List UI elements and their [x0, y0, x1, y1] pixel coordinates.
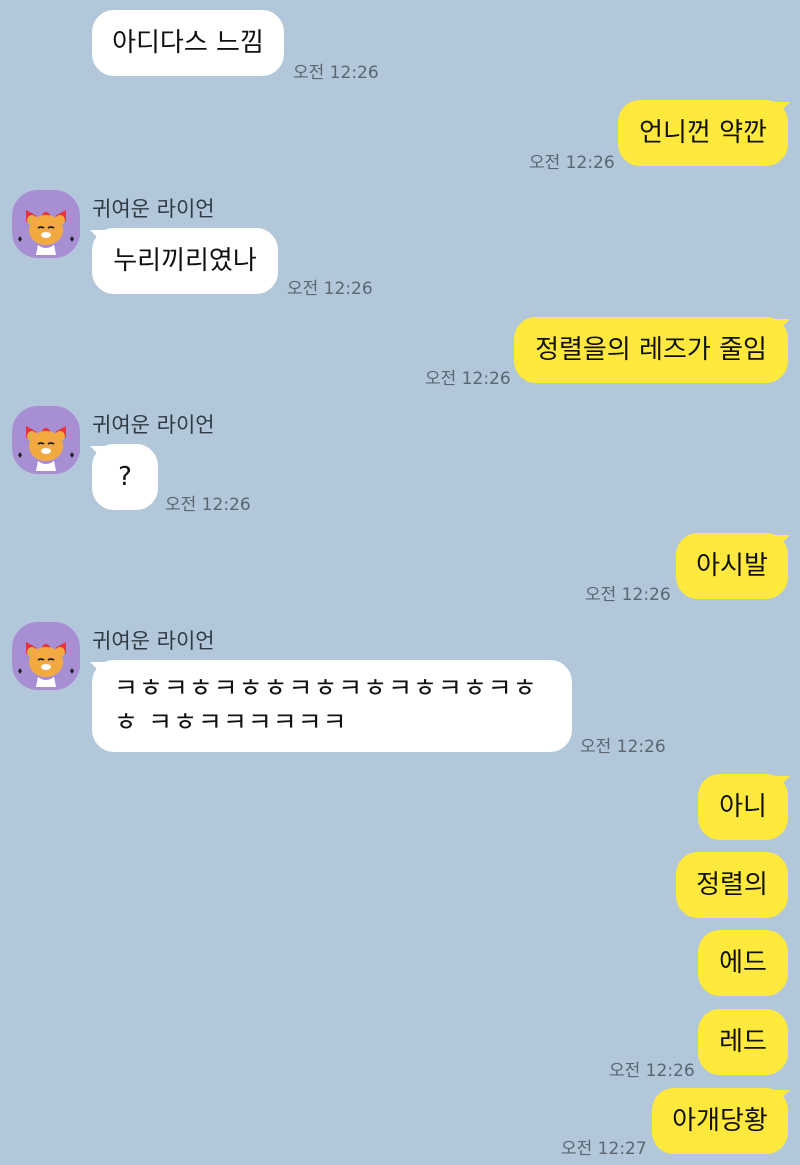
message-text: 누리끼리였나 [113, 246, 257, 276]
message-timestamp: 오전 12:26 [580, 737, 666, 757]
sender-name: 귀여운 라이언 [92, 629, 215, 653]
message-text: ㅋㅎㅋㅎㅋㅎㅎㅋㅎㅋㅎㅋㅎㅋㅎㅋㅎㅎ ㅋㅎㅋㅋㅋㅋㅋㅋ [114, 674, 538, 738]
bubble-tail [776, 776, 790, 790]
message-text: 레드 [719, 1027, 767, 1057]
ryan-avatar[interactable] [12, 190, 80, 258]
bubble-tail [776, 102, 790, 116]
sender-name: 귀여운 라이언 [92, 413, 215, 437]
bubble-tail [776, 319, 790, 333]
message-bubble-outgoing[interactable]: 아개당황 [652, 1088, 788, 1154]
message-timestamp: 오전 12:26 [287, 279, 373, 299]
message-timestamp: 오전 12:26 [529, 153, 615, 173]
message-text: 언니껀 약깐 [639, 118, 767, 148]
message-bubble-outgoing[interactable]: 정렬을의 레즈가 줄임 [514, 317, 788, 383]
message-bubble-outgoing[interactable]: 언니껀 약깐 [618, 100, 788, 166]
bubble-tail [776, 535, 790, 549]
ryan-character-icon [12, 406, 80, 474]
message-text: 정렬을의 레즈가 줄임 [535, 335, 767, 365]
message-bubble-incoming[interactable]: 누리끼리였나 [92, 228, 278, 294]
message-bubble-outgoing[interactable]: 아니 [698, 774, 788, 840]
message-bubble-incoming[interactable]: ㅋㅎㅋㅎㅋㅎㅎㅋㅎㅋㅎㅋㅎㅋㅎㅋㅎㅎ ㅋㅎㅋㅋㅋㅋㅋㅋ [92, 660, 572, 752]
message-timestamp: 오전 12:26 [425, 369, 511, 389]
message-text: 정렬의 [696, 870, 768, 900]
message-text: 에드 [719, 948, 767, 978]
message-timestamp: 오전 12:27 [561, 1139, 647, 1159]
ryan-character-icon [12, 622, 80, 690]
message-timestamp: 오전 12:26 [293, 63, 379, 83]
message-timestamp: 오전 12:26 [585, 585, 671, 605]
message-timestamp: 오전 12:26 [609, 1061, 695, 1081]
message-text: 아니 [719, 792, 767, 822]
message-bubble-outgoing[interactable]: 레드 [698, 1009, 788, 1075]
message-text: 아개당황 [672, 1106, 768, 1136]
ryan-avatar[interactable] [12, 406, 80, 474]
sender-name: 귀여운 라이언 [92, 197, 215, 221]
message-text: 아시발 [696, 551, 768, 581]
message-bubble-incoming[interactable]: ? [92, 444, 158, 510]
message-bubble-outgoing[interactable]: 에드 [698, 930, 788, 996]
message-bubble-incoming[interactable]: 아디다스 느낌 [92, 10, 284, 76]
message-text: ? [118, 462, 132, 492]
message-bubble-outgoing[interactable]: 아시발 [676, 533, 788, 599]
ryan-character-icon [12, 190, 80, 258]
ryan-avatar[interactable] [12, 622, 80, 690]
message-text: 아디다스 느낌 [112, 28, 264, 58]
message-timestamp: 오전 12:26 [165, 495, 251, 515]
message-bubble-outgoing[interactable]: 정렬의 [676, 852, 788, 918]
bubble-tail [776, 1090, 790, 1104]
